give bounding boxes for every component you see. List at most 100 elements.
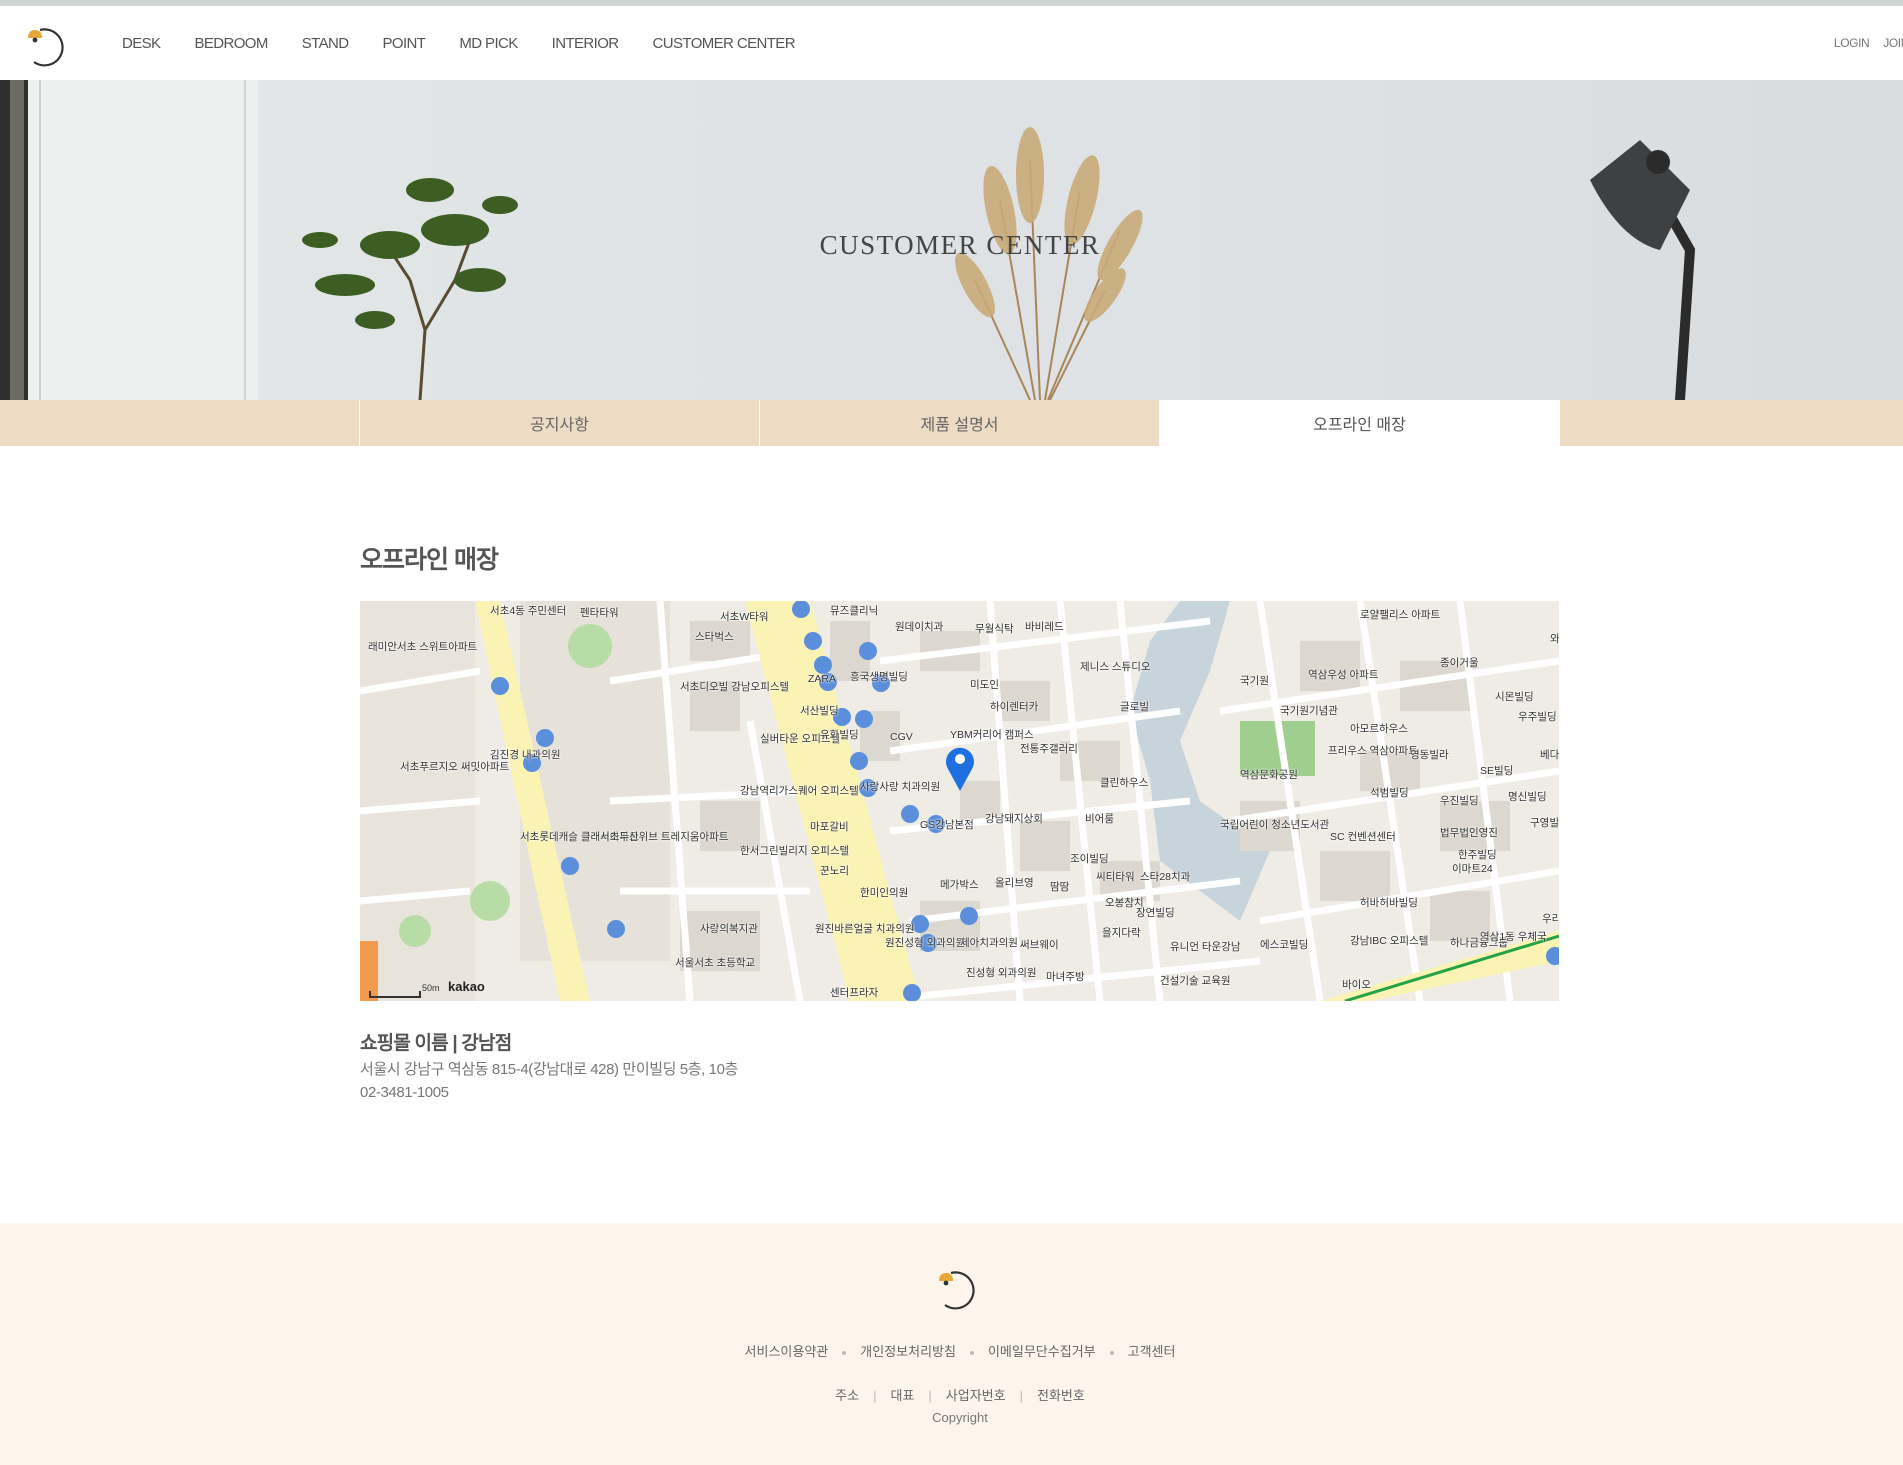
nav-item-customer-center[interactable]: CUSTOMER CENTER	[653, 35, 796, 52]
nav-item-md-pick[interactable]: MD PICK	[459, 35, 518, 52]
map-place-label[interactable]: 로얄팰리스 아파트	[1360, 609, 1440, 621]
map-place-label[interactable]: 아모르하우스	[1350, 723, 1408, 735]
nav-item-desk[interactable]: DESK	[122, 35, 161, 52]
footer-link-email-refusal[interactable]: 이메일무단수집거부	[988, 1344, 1096, 1359]
map-place-label[interactable]: 펜타타워	[580, 607, 619, 619]
map-place-label[interactable]: 시몬빌딩	[1495, 691, 1534, 703]
map-place-label[interactable]: 프리우스 역삼아파트	[1328, 745, 1418, 757]
join-link[interactable]: JOIN	[1883, 36, 1903, 50]
map-place-label[interactable]: 우주빌딩	[1518, 711, 1557, 723]
map-place-label[interactable]: 하이렌터카	[990, 701, 1038, 713]
map-place-label[interactable]: 역삼문화공원	[1240, 769, 1298, 781]
map-place-label[interactable]: 원진성형 외과의원	[885, 937, 965, 949]
map-place-label[interactable]: 국기원기념관	[1280, 705, 1338, 717]
footer-link-customer-center[interactable]: 고객센터	[1128, 1344, 1176, 1359]
map-place-label[interactable]: 원데이치과	[895, 621, 943, 633]
tab-manual[interactable]: 제품 설명서	[759, 400, 1159, 446]
map-place-label[interactable]: 써브웨이	[1020, 939, 1059, 951]
map-place-label[interactable]: 제니스 스튜디오	[1080, 661, 1151, 673]
map-place-label[interactable]: 원진바른얼굴 치과의원	[815, 923, 915, 935]
map-place-label[interactable]: 사랑의복지관	[700, 923, 758, 935]
map-place-label[interactable]: 서산빌딩	[800, 705, 839, 717]
map-place-label[interactable]: 오봉참치	[1105, 897, 1144, 909]
map-place-label[interactable]: 사랑사랑 치과의원	[860, 781, 940, 793]
map-place-label[interactable]: 우진빌딩	[1440, 795, 1479, 807]
logo-icon[interactable]	[24, 22, 70, 68]
map-place-label[interactable]: 뮤즈클리닉	[830, 605, 878, 617]
map-place-label[interactable]: 와이제이 에듀케이션	[1550, 633, 1559, 645]
map-place-label[interactable]: 씨티타워	[1096, 871, 1135, 883]
map-place-label[interactable]: 명신빌딩	[1508, 791, 1547, 803]
map-place-label[interactable]: 무월식탁	[975, 623, 1014, 635]
map-place-label[interactable]: 한미인의원	[860, 887, 908, 899]
map-place-label[interactable]: 비어룸	[1085, 813, 1114, 825]
map-place-label[interactable]: 강남IBC 오피스텔	[1350, 935, 1428, 947]
map-place-label[interactable]: 을지다락	[1102, 927, 1141, 939]
map-place-label[interactable]: 서초푸르지오 써밋아파트	[400, 761, 509, 773]
map-place-label[interactable]: 메가박스	[940, 879, 979, 891]
map-place-label[interactable]: 서울서초 초등학교	[675, 957, 755, 969]
map-place-label[interactable]: 스타28치과	[1140, 871, 1190, 883]
footer-link-terms[interactable]: 서비스이용약관	[745, 1344, 829, 1359]
map-place-label[interactable]: 땀땀	[1050, 881, 1069, 893]
map-place-label[interactable]: 서초4동 주민센터	[490, 605, 566, 617]
map-place-label[interactable]: 역삼우성 아파트	[1308, 669, 1379, 681]
map-place-label[interactable]: 강남돼지상회	[985, 813, 1043, 825]
map-place-label[interactable]: 서초W타워	[720, 611, 769, 623]
map-place-label[interactable]: 한서그린빌리지 오피스텔	[740, 845, 849, 857]
map-place-label[interactable]: 종이거울	[1440, 657, 1479, 669]
map-place-label[interactable]: 구영빌딩	[1530, 817, 1559, 829]
map-place-label[interactable]: 허바허바빌딩	[1360, 897, 1418, 909]
footer-link-privacy[interactable]: 개인정보처리방침	[860, 1344, 956, 1359]
map-place-label[interactable]: YBM커리어 캠퍼스	[950, 729, 1034, 741]
nav-item-stand[interactable]: STAND	[302, 35, 349, 52]
nav-item-point[interactable]: POINT	[383, 35, 426, 52]
map-place-label[interactable]: ZARA	[808, 673, 836, 685]
map-place-label[interactable]: GS강남본점	[920, 819, 974, 831]
nav-item-bedroom[interactable]: BEDROOM	[194, 35, 268, 52]
map-place-label[interactable]: 래미안서초 스위트아파트	[368, 641, 477, 653]
store-map[interactable]: 서초4동 주민센터 펜타타워 서초W타워 뮤즈클리닉원데이치과 무월식탁 바비레드래미안서…	[360, 601, 1559, 1001]
map-place-label[interactable]: 영동빌라	[1410, 749, 1449, 761]
map-place-label[interactable]: 강남역리가스퀘어 오피스텔	[740, 785, 859, 797]
map-place-label[interactable]: 국기원	[1240, 675, 1269, 687]
map-place-label[interactable]: 클린하우스	[1100, 777, 1148, 789]
map-place-label[interactable]: 전통주갤러리	[1020, 743, 1078, 755]
map-place-label[interactable]: 스타벅스	[695, 631, 734, 643]
login-link[interactable]: LOGIN	[1834, 36, 1870, 50]
map-place-label[interactable]: 센터프라자	[830, 987, 878, 999]
map-place-label[interactable]: 제아치과의원	[960, 937, 1018, 949]
tab-notice[interactable]: 공지사항	[359, 400, 759, 446]
map-place-label[interactable]: 유화빌딩	[820, 729, 859, 741]
map-place-label[interactable]: 역삼1동 우체국	[1480, 931, 1547, 943]
map-place-label[interactable]: 김진경 내과의원	[490, 749, 561, 761]
map-place-label[interactable]: 석범빌딩	[1370, 787, 1409, 799]
map-place-label[interactable]: 마녀주방	[1046, 971, 1085, 983]
map-place-label[interactable]: 올리브영	[995, 877, 1034, 889]
map-place-label[interactable]: 서초디오빌 강남오피스텔	[680, 681, 789, 693]
map-place-label[interactable]: 서초두산위브 트레지움아파트	[600, 831, 729, 843]
tab-offline-store[interactable]: 오프라인 매장	[1159, 400, 1560, 446]
map-place-label[interactable]: 흥국생명빌딩	[850, 671, 908, 683]
map-place-label[interactable]: 에스코빌딩	[1260, 939, 1308, 951]
map-place-label[interactable]: 미도인	[970, 679, 999, 691]
map-place-label[interactable]: 이마트24	[1452, 863, 1493, 875]
map-place-label[interactable]: SC 컨벤션센터	[1330, 831, 1396, 843]
map-place-label[interactable]: 조이빌딩	[1070, 853, 1109, 865]
map-place-label[interactable]: 바비레드	[1025, 621, 1064, 633]
map-place-label[interactable]: 꾼노리	[820, 865, 849, 877]
map-place-label[interactable]: SE빌딩	[1480, 765, 1513, 777]
map-place-label[interactable]: 법무법인영진	[1440, 827, 1498, 839]
map-place-label[interactable]: 베다니빌딩	[1540, 749, 1559, 761]
map-place-label[interactable]: 국립어린이 청소년도서관	[1220, 819, 1329, 831]
nav-item-interior[interactable]: INTERIOR	[552, 35, 619, 52]
map-place-label[interactable]: 바이오	[1342, 979, 1371, 991]
map-place-label[interactable]: 건설기술 교육원	[1160, 975, 1231, 987]
map-place-label[interactable]: 유니언 타운강남	[1170, 941, 1241, 953]
map-place-label[interactable]: 한주빌딩	[1458, 849, 1497, 861]
map-place-label[interactable]: CGV	[890, 731, 913, 743]
map-place-label[interactable]: 마포갈비	[810, 821, 849, 833]
map-place-label[interactable]: 글로빌	[1120, 701, 1149, 713]
map-place-label[interactable]: 진성형 외과의원	[966, 967, 1037, 979]
map-place-label[interactable]: 우리은행	[1542, 913, 1559, 925]
